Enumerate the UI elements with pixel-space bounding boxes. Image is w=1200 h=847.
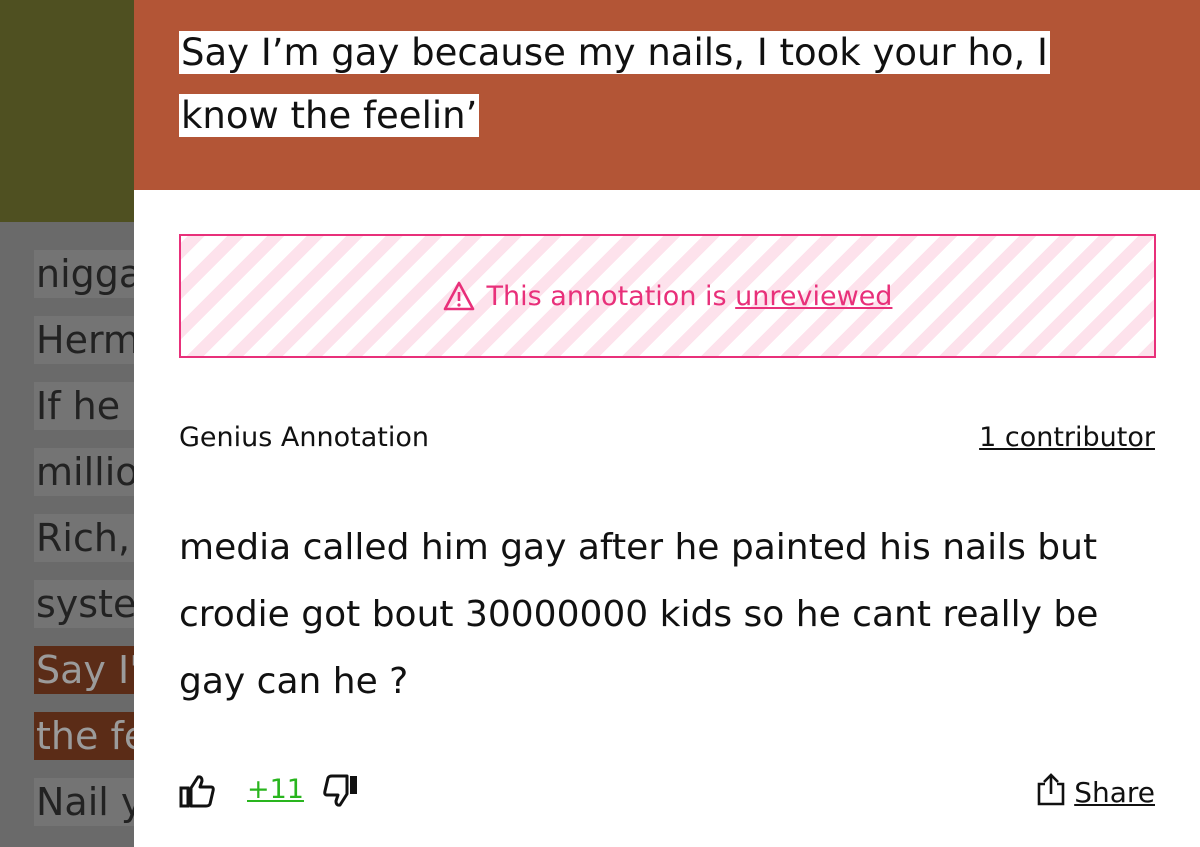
- share-icon: [1036, 772, 1066, 813]
- annotation-body: media called him gay after he painted hi…: [179, 527, 1099, 702]
- warning-icon: [443, 281, 475, 311]
- contributors-link[interactable]: 1 contributor: [979, 422, 1155, 453]
- thumbs-up-icon[interactable]: [179, 774, 215, 812]
- annotation-header: Say I’m gay because my nails, I took you…: [134, 0, 1200, 190]
- vote-count[interactable]: +11: [247, 774, 304, 805]
- quoted-lyric: Say I’m gay because my nails, I took you…: [179, 21, 1119, 147]
- share-button[interactable]: Share: [1036, 772, 1155, 813]
- annotation-label: Genius Annotation: [179, 422, 429, 453]
- background-header: [0, 0, 134, 222]
- quoted-lyric-text: Say I’m gay because my nails, I took you…: [179, 31, 1050, 137]
- annotation-panel: Say I’m gay because my nails, I took you…: [134, 0, 1200, 847]
- warning-text: This annotation is: [486, 280, 736, 312]
- unreviewed-warning: This annotation is unreviewed: [179, 234, 1156, 358]
- unreviewed-link[interactable]: unreviewed: [735, 281, 892, 312]
- annotation-footer: +11 Share: [179, 770, 1155, 820]
- thumbs-down-icon[interactable]: [323, 774, 359, 812]
- share-label: Share: [1074, 776, 1155, 809]
